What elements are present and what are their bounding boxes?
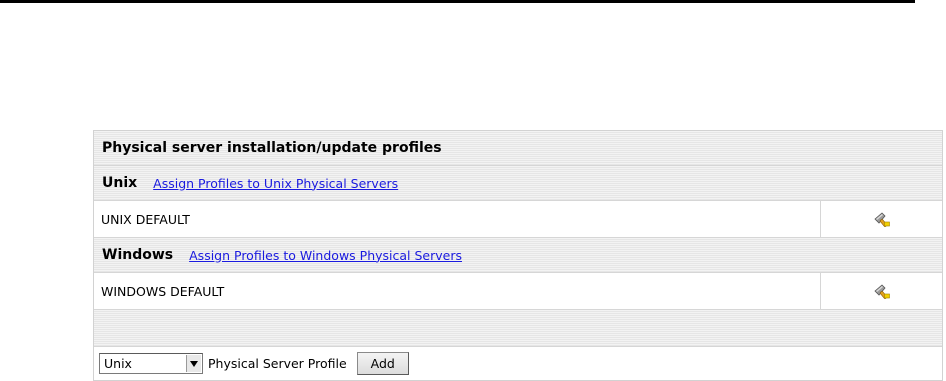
chevron-down-icon[interactable] <box>186 355 201 372</box>
panel-title: Physical server installation/update prof… <box>102 140 442 156</box>
assign-unix-profiles-link[interactable]: Assign Profiles to Unix Physical Servers <box>153 176 398 191</box>
os-type-select[interactable]: Unix <box>99 353 203 374</box>
profiles-panel: Physical server installation/update prof… <box>93 130 943 381</box>
group-name-windows: Windows <box>102 247 174 263</box>
profile-name: UNIX DEFAULT <box>101 211 190 227</box>
group-header-windows: Windows Assign Profiles to Windows Physi… <box>94 238 942 273</box>
add-profile-button[interactable]: Add <box>356 352 409 375</box>
os-type-selected: Unix <box>104 356 132 371</box>
profile-type-label: Physical Server Profile <box>208 356 347 371</box>
panel-header: Physical server installation/update prof… <box>94 131 942 166</box>
group-header-unix: Unix Assign Profiles to Unix Physical Se… <box>94 166 942 201</box>
profile-row-windows-default: WINDOWS DEFAULT <box>94 273 942 310</box>
edit-hammer-icon[interactable] <box>873 282 891 300</box>
group-name-unix: Unix <box>102 175 138 191</box>
profile-action-cell <box>820 201 942 237</box>
profile-action-cell <box>820 273 942 309</box>
edit-hammer-icon[interactable] <box>873 210 891 228</box>
panel-spacer <box>94 310 942 347</box>
profile-name: WINDOWS DEFAULT <box>101 283 225 299</box>
add-profile-bar: Unix Physical Server Profile Add <box>94 347 942 380</box>
assign-windows-profiles-link[interactable]: Assign Profiles to Windows Physical Serv… <box>189 248 462 263</box>
top-divider <box>0 0 915 3</box>
profile-row-unix-default: UNIX DEFAULT <box>94 201 942 238</box>
